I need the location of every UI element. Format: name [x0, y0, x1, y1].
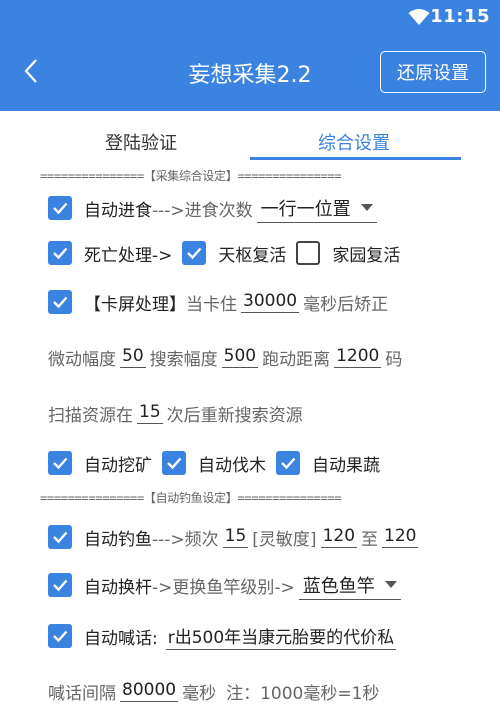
search-range-label: 搜索幅度	[149, 349, 218, 370]
auto-mine-checkbox[interactable]	[48, 451, 72, 475]
auto-fish-label: 自动钓鱼	[84, 529, 152, 550]
to-label: 至	[361, 529, 379, 550]
run-distance-label: 跑动距离	[262, 349, 331, 370]
check-icon	[53, 531, 68, 544]
stuck-ms-input[interactable]: 30000	[241, 291, 300, 313]
tab-bar: 登陆验证 综合设置	[0, 111, 500, 161]
tab-general-settings[interactable]: 综合设置	[318, 129, 390, 155]
home-revive-checkbox[interactable]	[296, 241, 321, 265]
ms-unit-label: 毫秒	[182, 683, 217, 704]
caret-down-icon	[384, 581, 397, 588]
rod-level-label: ->更换鱼竿级别->	[152, 577, 295, 598]
scan-text-1: 扫描资源在	[48, 405, 133, 426]
check-icon	[53, 579, 68, 592]
death-handling-checkbox[interactable]	[48, 241, 72, 265]
section-header-fishing: ===============【自动钓鱼设定】===============	[40, 491, 342, 505]
status-time: 11:15	[430, 6, 490, 27]
caret-down-icon	[360, 204, 373, 211]
check-icon	[53, 296, 68, 309]
auto-mine-label: 自动挖矿	[84, 455, 152, 476]
wifi-icon	[408, 9, 430, 25]
interval-note: 注：1000毫秒=1秒	[226, 683, 380, 704]
home-revive-label: 家园复活	[332, 245, 401, 266]
auto-rod-label: 自动换杆	[84, 577, 152, 598]
auto-fruit-checkbox[interactable]	[276, 451, 300, 475]
app-bar: 妄想采集2.2 还原设置	[0, 34, 500, 111]
tianshu-revive-label: 天枢复活	[218, 245, 287, 266]
movement-row: 微动幅度 50 搜索幅度 500 跑动距离 1200 码	[48, 340, 402, 374]
auto-shout-checkbox[interactable]	[48, 624, 72, 648]
stuck-row: 【卡屏处理】 当卡住 30000 毫秒后矫正	[48, 285, 388, 319]
check-icon	[167, 457, 182, 470]
check-icon	[53, 247, 68, 260]
check-icon	[281, 457, 296, 470]
shout-message-input[interactable]: r出500年当康元胎要的代价私	[165, 623, 397, 650]
rod-level-select[interactable]: 蓝色鱼竿	[298, 570, 401, 600]
sensitivity-label: [灵敏度]	[252, 529, 317, 550]
check-icon	[53, 630, 68, 643]
eat-count-text: --->进食次数	[152, 200, 253, 221]
section-header-collect: ===============【采集综合设定】===============	[40, 169, 342, 183]
scan-text-2: 次后重新搜索资源	[166, 405, 303, 426]
eat-mode-value: 一行一位置	[260, 198, 351, 220]
auto-eat-row: 自动进食 --->进食次数 一行一位置	[48, 191, 377, 225]
run-distance-input[interactable]: 1200	[334, 346, 382, 368]
scan-count-input[interactable]: 15	[137, 402, 163, 424]
check-icon	[53, 202, 68, 215]
tianshu-revive-checkbox[interactable]	[182, 241, 207, 265]
auto-eat-checkbox[interactable]	[48, 196, 72, 220]
check-icon	[187, 247, 202, 260]
death-handling-label: 死亡处理->	[84, 245, 173, 266]
active-tab-indicator	[250, 157, 461, 160]
search-range-input[interactable]: 500	[221, 346, 259, 368]
auto-fish-checkbox[interactable]	[48, 525, 72, 549]
micro-move-input[interactable]: 50	[120, 346, 146, 368]
fishing-row: 自动钓鱼 --->频次 15 [灵敏度] 120 至 120	[48, 520, 422, 554]
sensitivity-max-input[interactable]: 120	[382, 526, 419, 548]
interval-row: 喊话间隔 80000 毫秒 注：1000毫秒=1秒	[48, 674, 379, 708]
auto-fruit-label: 自动果蔬	[312, 455, 380, 476]
auto-rod-checkbox[interactable]	[48, 573, 72, 597]
rod-row: 自动换杆 ->更换鱼竿级别-> 蓝色鱼竿	[48, 568, 401, 602]
shout-interval-input[interactable]: 80000	[120, 680, 179, 702]
stuck-handling-label: 【卡屏处理】	[84, 294, 186, 315]
shout-row: 自动喊话: r出500年当康元胎要的代价私	[48, 619, 400, 653]
auto-wood-label: 自动伐木	[198, 455, 266, 476]
status-bar: 11:15	[0, 0, 500, 34]
auto-shout-label: 自动喊话:	[84, 628, 158, 649]
gather-row: 自动挖矿 自动伐木 自动果蔬	[48, 446, 380, 480]
stuck-handling-checkbox[interactable]	[48, 290, 72, 314]
eat-mode-select[interactable]: 一行一位置	[256, 193, 377, 223]
sensitivity-min-input[interactable]: 120	[320, 526, 358, 548]
fish-frequency-input[interactable]: 15	[222, 526, 249, 548]
rod-level-value: 蓝色鱼竿	[302, 575, 375, 597]
tab-login-verify[interactable]: 登陆验证	[105, 129, 177, 155]
scan-row: 扫描资源在 15 次后重新搜索资源	[48, 396, 303, 430]
stuck-text-1: 当卡住	[186, 294, 237, 315]
death-row: 死亡处理-> 天枢复活 家园复活	[48, 236, 400, 270]
auto-eat-label: 自动进食	[84, 200, 152, 221]
auto-wood-checkbox[interactable]	[162, 451, 186, 475]
stuck-text-2: 毫秒后矫正	[303, 294, 389, 315]
fish-frequency-label: --->频次	[152, 529, 219, 550]
reset-settings-button[interactable]: 还原设置	[380, 51, 486, 93]
shout-interval-label: 喊话间隔	[48, 683, 116, 704]
yard-unit-label: 码	[385, 349, 403, 370]
micro-move-label: 微动幅度	[48, 349, 116, 370]
check-icon	[53, 457, 68, 470]
